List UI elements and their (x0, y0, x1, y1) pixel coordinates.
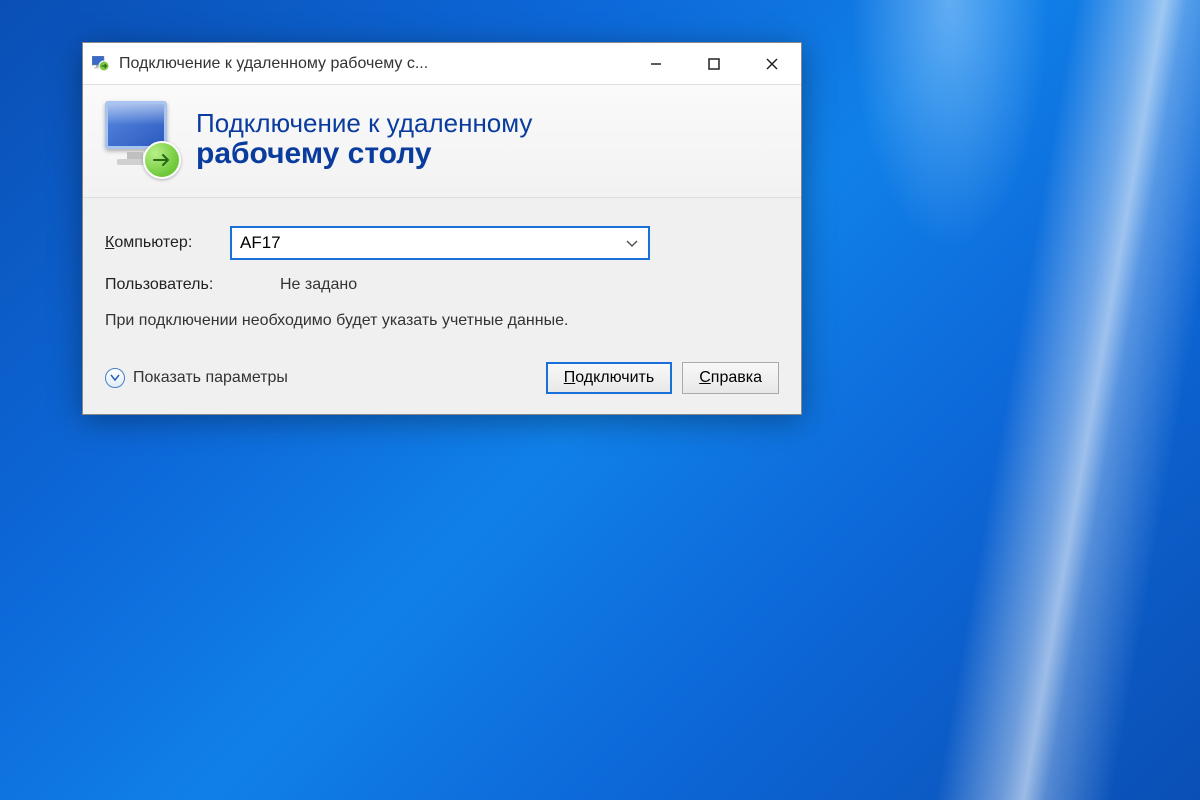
show-options-label: Показать параметры (133, 369, 288, 387)
chevron-down-circle-icon (105, 368, 125, 388)
titlebar: Подключение к удаленному рабочему с... (83, 43, 801, 85)
computer-label: Компьютер: (105, 234, 230, 252)
app-icon-large (101, 99, 181, 179)
user-row: Пользователь: Не задано (105, 276, 779, 294)
maximize-button[interactable] (685, 43, 743, 84)
show-options-toggle[interactable]: Показать параметры (105, 368, 536, 388)
connect-button[interactable]: Подключить (546, 362, 672, 394)
rdp-dialog: Подключение к удаленному рабочему с... (82, 42, 802, 415)
body-panel: Компьютер: Пользователь: Не задано При п… (83, 198, 801, 414)
computer-input[interactable] (240, 233, 640, 253)
chevron-down-icon[interactable] (626, 233, 638, 253)
help-button[interactable]: Справка (682, 362, 779, 394)
window-title: Подключение к удаленному рабочему с... (119, 55, 627, 73)
user-label: Пользователь: (105, 276, 230, 294)
credentials-info: При подключении необходимо будет указать… (105, 310, 779, 332)
header-line2: рабочему столу (196, 137, 532, 171)
header-panel: Подключение к удаленному рабочему столу (83, 85, 801, 198)
desktop-light-glow (850, 0, 1050, 250)
minimize-button[interactable] (627, 43, 685, 84)
footer-row: Показать параметры Подключить Справка (105, 362, 779, 394)
close-button[interactable] (743, 43, 801, 84)
desktop-light-streak (900, 0, 1200, 800)
header-line1: Подключение к удаленному (196, 108, 532, 139)
computer-combobox[interactable] (230, 226, 650, 260)
computer-row: Компьютер: (105, 226, 779, 260)
window-controls (627, 43, 801, 84)
header-text: Подключение к удаленному рабочему столу (196, 108, 532, 171)
user-value: Не задано (280, 276, 357, 294)
app-icon-small (91, 54, 111, 74)
